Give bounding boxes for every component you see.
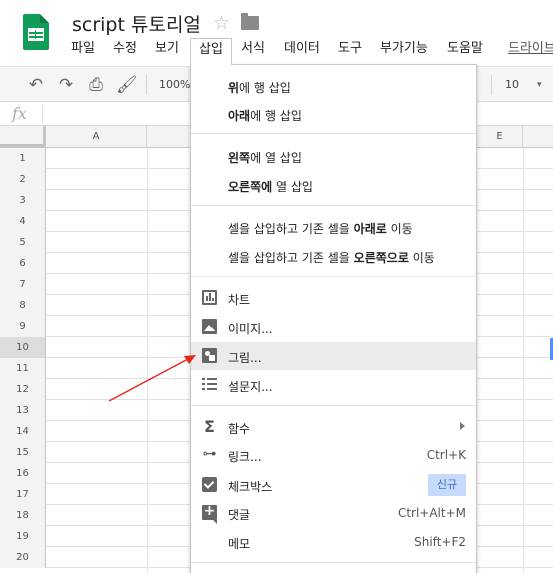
insert-cells-shift-right[interactable]: 셀을 삽입하고 기존 셀을 오른쪽으로 이동 <box>191 242 476 270</box>
redo-icon[interactable]: ↷ <box>56 75 76 95</box>
insert-drawing[interactable]: 그림... <box>191 342 476 370</box>
insert-note[interactable]: 메모 Shift+F2 <box>191 528 476 556</box>
insert-function[interactable]: Σ 함수 <box>191 413 476 441</box>
column-header-b[interactable] <box>147 126 191 147</box>
print-icon[interactable]: ⎙ <box>86 75 106 95</box>
row-header[interactable]: 18 <box>0 505 46 526</box>
row-header[interactable]: 12 <box>0 379 46 400</box>
add-comment-icon <box>202 503 217 524</box>
menu-insert[interactable]: 삽입 <box>190 38 232 65</box>
column-header-e[interactable]: E <box>477 126 523 147</box>
folder-icon[interactable] <box>241 13 259 30</box>
checkbox-icon <box>202 477 217 492</box>
select-all-corner[interactable] <box>0 126 46 147</box>
zoom-select[interactable]: 100% <box>159 78 190 91</box>
insert-column-left[interactable]: 왼쪽에 열 삽입 <box>191 142 476 170</box>
row-header[interactable]: 13 <box>0 400 46 421</box>
insert-link[interactable]: ⊶ 링크... Ctrl+K <box>191 441 476 469</box>
row-header[interactable]: 20 <box>0 547 46 568</box>
menu-drive-link[interactable]: 드라이브 <box>500 38 553 62</box>
row-header[interactable]: 17 <box>0 484 46 505</box>
insert-checkbox[interactable]: 체크박스 신규 <box>191 471 476 499</box>
document-title[interactable]: script 튜토리얼 <box>72 10 201 37</box>
menu-divider <box>191 562 476 563</box>
menu-file[interactable]: 파일 <box>63 38 103 62</box>
menu-help[interactable]: 도움말 <box>439 38 491 62</box>
row-header[interactable]: 4 <box>0 211 46 232</box>
chart-icon <box>202 290 217 305</box>
insert-row-above[interactable]: 위에 행 삽입 <box>191 72 476 100</box>
new-badge: 신규 <box>428 474 466 496</box>
menu-divider <box>191 133 476 134</box>
menu-tools[interactable]: 도구 <box>330 38 370 62</box>
star-icon[interactable]: ☆ <box>213 12 230 34</box>
row-header[interactable]: 9 <box>0 316 46 337</box>
menu-addons[interactable]: 부가기능 <box>372 38 436 62</box>
form-icon <box>202 377 217 392</box>
toolbar-divider <box>146 75 147 95</box>
link-icon: ⊶ <box>202 446 217 462</box>
row-header[interactable]: 19 <box>0 526 46 547</box>
font-size-select[interactable]: 10 <box>505 78 519 91</box>
row-header[interactable]: 6 <box>0 253 46 274</box>
menu-view[interactable]: 보기 <box>147 38 187 62</box>
row-header[interactable]: 14 <box>0 421 46 442</box>
menu-format[interactable]: 서식 <box>233 38 273 62</box>
row-header[interactable]: 8 <box>0 295 46 316</box>
insert-image[interactable]: 이미지... <box>191 313 476 341</box>
sigma-icon: Σ <box>204 417 215 436</box>
row-header[interactable]: 1 <box>0 148 46 169</box>
insert-column-right[interactable]: 오른쪽에 열 삽입 <box>191 171 476 199</box>
drawing-icon <box>202 348 217 363</box>
row-header[interactable]: 5 <box>0 232 46 253</box>
formula-divider <box>42 105 43 123</box>
shortcut-text: Ctrl+Alt+M <box>397 506 466 520</box>
insert-form[interactable]: 설문지... <box>191 371 476 399</box>
undo-icon[interactable]: ↶ <box>26 75 46 95</box>
insert-menu-dropdown: 위에 행 삽입 아래에 행 삽입 왼쪽에 열 삽입 오른쪽에 열 삽입 셀을 삽… <box>190 64 477 573</box>
row-header[interactable]: 2 <box>0 169 46 190</box>
shortcut-text: Ctrl+K <box>426 448 466 462</box>
chevron-down-icon[interactable]: ▾ <box>537 80 542 90</box>
insert-row-below[interactable]: 아래에 행 삽입 <box>191 100 476 128</box>
column-header-a[interactable]: A <box>46 126 147 147</box>
toolbar-divider <box>491 75 492 95</box>
menu-data[interactable]: 데이터 <box>276 38 328 62</box>
insert-comment[interactable]: 댓글 Ctrl+Alt+M <box>191 499 476 527</box>
submenu-arrow-icon <box>460 422 465 430</box>
menu-divider <box>191 205 476 206</box>
row-header[interactable]: 7 <box>0 274 46 295</box>
row-header[interactable]: 15 <box>0 442 46 463</box>
fx-icon: fx <box>12 104 27 123</box>
row-header[interactable]: 10 <box>0 337 46 358</box>
shortcut-text: Shift+F2 <box>414 535 466 549</box>
paint-format-icon[interactable]: 🖌 <box>116 75 138 95</box>
row-header[interactable]: 16 <box>0 463 46 484</box>
image-icon <box>202 319 217 334</box>
menu-edit[interactable]: 수정 <box>105 38 145 62</box>
row-header[interactable]: 3 <box>0 190 46 211</box>
row-header[interactable]: 11 <box>0 358 46 379</box>
sheets-logo-icon[interactable] <box>23 14 49 50</box>
menu-divider <box>191 276 476 277</box>
menu-divider <box>191 405 476 406</box>
insert-chart[interactable]: 차트 <box>191 284 476 312</box>
insert-cells-shift-down[interactable]: 셀을 삽입하고 기존 셀을 아래로 이동 <box>191 213 476 241</box>
